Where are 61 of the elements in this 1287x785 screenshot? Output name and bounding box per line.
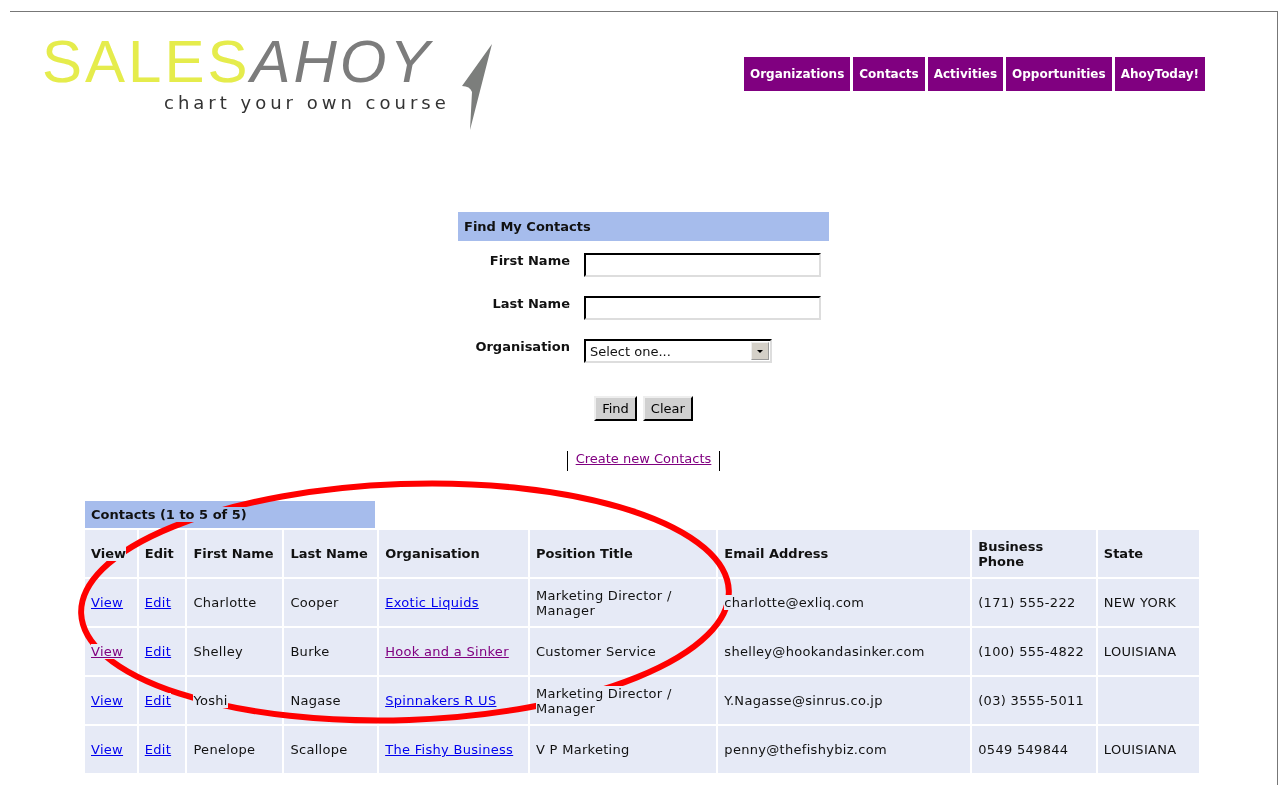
column-header: First Name — [187, 530, 283, 577]
clear-button[interactable]: Clear — [642, 396, 693, 421]
logo-tagline: chart your own course — [164, 92, 450, 113]
edit-link[interactable]: Edit — [144, 693, 172, 708]
edit-link[interactable]: Edit — [144, 644, 172, 659]
edit-link[interactable]: Edit — [144, 595, 172, 610]
table-cell: 0549 549844 — [972, 726, 1096, 773]
table-cell: Yoshi — [187, 677, 283, 724]
input-field[interactable] — [584, 253, 821, 277]
table-cell: (03) 3555-5011 — [972, 677, 1096, 724]
field-label: Last Name — [491, 296, 570, 311]
logo-text: AHOY — [250, 28, 433, 95]
nav-tab[interactable]: Contacts — [853, 57, 925, 91]
column-header: Last Name — [284, 530, 378, 577]
view-link[interactable]: View — [91, 693, 124, 708]
column-header: Email Address — [718, 530, 971, 577]
organisation-link[interactable]: Spinnakers R US — [385, 693, 497, 708]
form-title: Find My Contacts — [458, 212, 829, 241]
column-header: State — [1097, 530, 1199, 577]
nav-tab[interactable]: AhoyToday! — [1114, 57, 1205, 91]
nav-tab[interactable]: Opportunities — [1006, 57, 1112, 91]
column-header: Business Phone — [972, 530, 1096, 577]
table-cell: shelley@hookandasinker.com — [718, 628, 971, 675]
table-cell: Scallope — [284, 726, 378, 773]
table-cell: Customer Service — [529, 628, 717, 675]
caret-icon — [751, 342, 769, 360]
nav-tab[interactable]: Activities — [927, 57, 1004, 91]
view-link[interactable]: View — [91, 595, 124, 610]
table-cell: charlotte@exliq.com — [718, 579, 971, 626]
table-cell: (100) 555-4822 — [972, 628, 1096, 675]
table-cell: Marketing Director / Manager — [529, 677, 717, 724]
field-label: First Name — [488, 253, 570, 268]
table-cell: Burke — [284, 628, 378, 675]
column-header: Edit — [138, 530, 186, 577]
table-cell: Shelley — [187, 628, 283, 675]
nav-tab[interactable]: Organizations — [743, 57, 851, 91]
select-field[interactable]: Select one... — [584, 339, 772, 363]
table-caption: Contacts (1 to 5 of 5) — [85, 501, 375, 528]
table-cell: Cooper — [284, 579, 378, 626]
table-cell: LOUISIANA — [1097, 726, 1199, 773]
column-header: Position Title — [529, 530, 717, 577]
organisation-link[interactable]: Exotic Liquids — [385, 595, 479, 610]
edit-link[interactable]: Edit — [144, 742, 172, 757]
table-cell: Penelope — [187, 726, 283, 773]
table-cell: Marketing Director / Manager — [529, 579, 717, 626]
column-header: Organisation — [379, 530, 528, 577]
table-cell: NEW YORK — [1097, 579, 1199, 626]
find-button[interactable]: Find — [594, 396, 637, 421]
table-cell: Y.Nagasse@sinrus.co.jp — [718, 677, 971, 724]
table-cell: Charlotte — [187, 579, 283, 626]
view-link[interactable]: View — [91, 742, 124, 757]
field-label: Organisation — [474, 339, 570, 354]
table-cell: LOUISIANA — [1097, 628, 1199, 675]
organisation-link[interactable]: The Fishy Business — [385, 742, 514, 757]
column-header: View — [85, 530, 137, 577]
table-cell: V P Marketing — [529, 726, 717, 773]
organisation-link[interactable]: Hook and a Sinker — [385, 644, 509, 659]
table-cell: (171) 555-222 — [972, 579, 1096, 626]
input-field[interactable] — [584, 296, 821, 320]
table-cell: penny@thefishybiz.com — [718, 726, 971, 773]
view-link[interactable]: View — [91, 644, 124, 659]
